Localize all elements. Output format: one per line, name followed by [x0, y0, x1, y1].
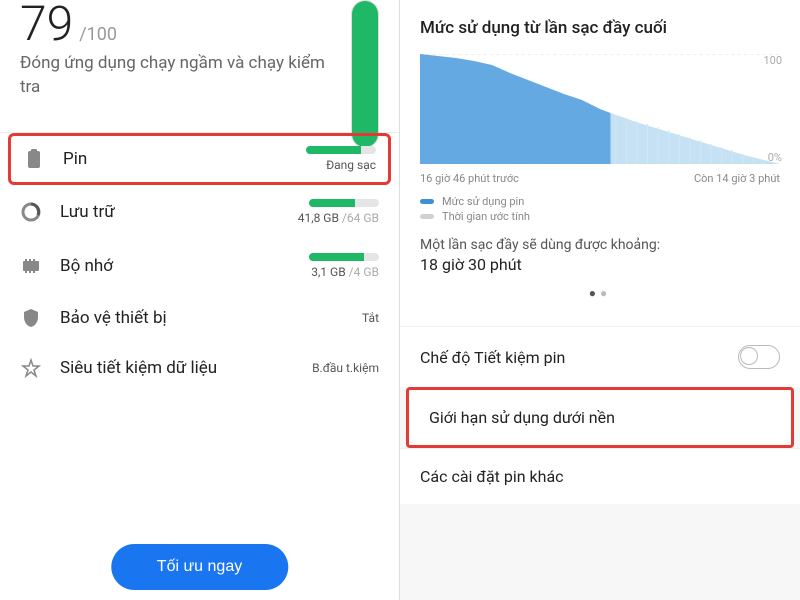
setting-background-limit[interactable]: Giới hạn sử dụng dưới nền [406, 387, 794, 448]
score-value: 79 [20, 0, 73, 48]
setting-other[interactable]: Các cài đặt pin khác [400, 448, 800, 504]
page-dots[interactable]: ●● [420, 274, 780, 312]
usage-chart: 100 0% [420, 54, 780, 164]
setting-bglimit-label: Giới hạn sử dụng dưới nền [429, 408, 615, 427]
estimate-value: 18 giờ 30 phút [420, 255, 780, 274]
item-battery[interactable]: Pin Đang sạc [8, 133, 391, 185]
item-storage-right: 41,8 GB /64 GB [298, 199, 379, 225]
memory-icon [20, 255, 42, 277]
optimize-button[interactable]: Tối ưu ngay [111, 544, 288, 590]
chart-y-0: 0% [768, 151, 782, 164]
powersave-toggle[interactable] [738, 345, 780, 369]
score-row: 79 /100 [0, 0, 399, 52]
datasaver-icon [20, 357, 42, 379]
legend-dot-estimate [420, 214, 434, 219]
item-datasaver[interactable]: Siêu tiết kiệm dữ liệu B.đầu t.kiệm [0, 343, 399, 393]
item-memory-right: 3,1 GB /4 GB [309, 253, 379, 279]
item-memory-label: Bộ nhớ [60, 256, 309, 276]
item-battery-right: Đang sạc [306, 146, 376, 172]
chart-x-left: 16 giờ 46 phút trước [420, 172, 519, 185]
battery-vertical-fill [352, 1, 378, 147]
device-care-panel: 79 /100 Đóng ứng dụng chạy ngầm và chạy … [0, 0, 400, 600]
shield-icon [20, 307, 42, 329]
item-memory[interactable]: Bộ nhớ 3,1 GB /4 GB [0, 239, 399, 293]
setting-powersave[interactable]: Chế độ Tiết kiệm pin [400, 326, 800, 387]
item-storage-label: Lưu trữ [60, 202, 298, 222]
chart-y-100: 100 [763, 54, 782, 67]
legend-dot-usage [420, 199, 434, 204]
setting-powersave-label: Chế độ Tiết kiệm pin [420, 348, 565, 367]
usage-card: Mức sử dụng từ lần sạc đầy cuối 100 0% [400, 0, 800, 326]
item-datasaver-sub: B.đầu t.kiệm [312, 361, 379, 375]
storage-icon [20, 201, 42, 223]
score-max: /100 [79, 24, 117, 45]
item-security-label: Bảo vệ thiết bị [60, 308, 362, 328]
chart-x-labels: 16 giờ 46 phút trước Còn 14 giờ 3 phút [420, 172, 780, 185]
subtitle: Đóng ứng dụng chạy ngầm và chạy kiểm tra [0, 52, 399, 116]
battery-icon [23, 148, 45, 170]
item-battery-label: Pin [63, 149, 306, 169]
battery-detail-panel: Mức sử dụng từ lần sạc đầy cuối 100 0% [400, 0, 800, 600]
battery-vertical-bar [351, 0, 379, 148]
item-datasaver-label: Siêu tiết kiệm dữ liệu [60, 358, 312, 378]
estimate-label: Một lần sạc đầy sẽ dùng được khoảng: [420, 237, 780, 253]
toggle-knob [740, 347, 758, 365]
chart-x-right: Còn 14 giờ 3 phút [694, 172, 780, 185]
setting-other-label: Các cài đặt pin khác [420, 467, 564, 486]
chart-svg [420, 54, 780, 164]
chart-legend: Mức sử dụng pin Thời gian ước tính [420, 195, 780, 223]
item-security-sub: Tắt [362, 311, 379, 325]
item-security[interactable]: Bảo vệ thiết bị Tắt [0, 293, 399, 343]
usage-title: Mức sử dụng từ lần sạc đầy cuối [420, 18, 780, 38]
item-storage[interactable]: Lưu trữ 41,8 GB /64 GB [0, 185, 399, 239]
item-battery-sub: Đang sạc [306, 158, 376, 172]
